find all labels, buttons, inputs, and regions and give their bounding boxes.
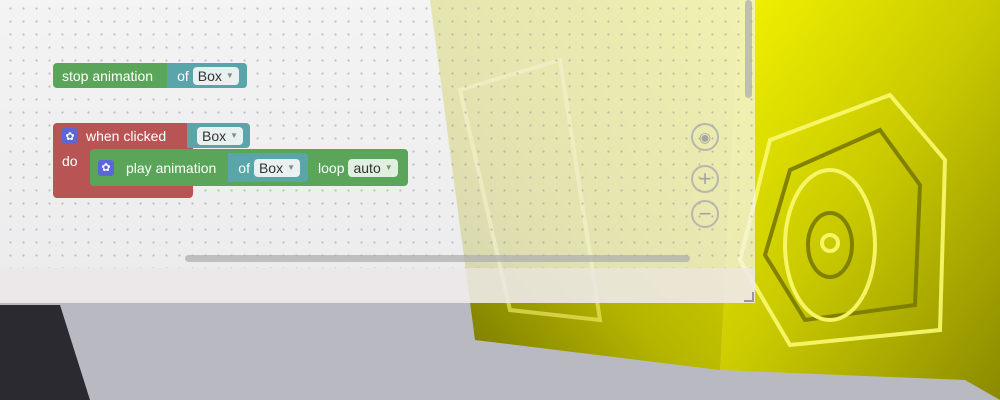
gear-icon[interactable]: ✿: [98, 159, 114, 176]
loop-label: loop: [318, 159, 345, 176]
dropdown-arrow-icon: ▼: [230, 131, 239, 140]
dropdown-arrow-icon: ▼: [384, 163, 393, 172]
horizontal-scrollbar[interactable]: [185, 255, 690, 262]
zoom-out-icon[interactable]: −: [691, 200, 719, 228]
loop-dropdown[interactable]: auto ▼: [348, 158, 398, 177]
object-dropdown-value: Box: [202, 127, 227, 144]
of-object-input[interactable]: of Box ▼: [228, 153, 309, 182]
object-dropdown[interactable]: Box ▼: [192, 66, 239, 85]
of-object-input[interactable]: of Box ▼: [167, 63, 247, 88]
vertical-scrollbar[interactable]: [745, 0, 752, 98]
stop-animation-block[interactable]: stop animation of Box ▼: [53, 63, 247, 88]
object-dropdown-value: Box: [197, 67, 222, 84]
when-clicked-label: when clicked: [86, 128, 167, 144]
dropdown-arrow-icon: ▼: [287, 163, 296, 172]
loop-dropdown-value: auto: [353, 159, 381, 176]
zoom-in-icon[interactable]: +: [691, 165, 719, 193]
of-label: of: [238, 159, 250, 176]
play-animation-block[interactable]: ✿ play animation of Box ▼ loop auto ▼: [90, 149, 408, 186]
of-label: of: [177, 67, 189, 84]
resize-handle[interactable]: [744, 292, 754, 302]
object-dropdown-value: Box: [258, 159, 284, 176]
play-animation-label: play animation: [126, 159, 217, 176]
when-clicked-object-input[interactable]: Box ▼: [187, 123, 251, 148]
object-dropdown[interactable]: Box ▼: [197, 126, 244, 145]
do-label: do: [62, 153, 78, 169]
stop-animation-label: stop animation: [62, 67, 154, 84]
dropdown-arrow-icon: ▼: [225, 71, 234, 80]
workspace-footer: [0, 268, 755, 303]
target-icon[interactable]: ◉: [691, 123, 719, 151]
gear-icon[interactable]: ✿: [62, 128, 78, 144]
object-dropdown[interactable]: Box ▼: [253, 158, 301, 177]
